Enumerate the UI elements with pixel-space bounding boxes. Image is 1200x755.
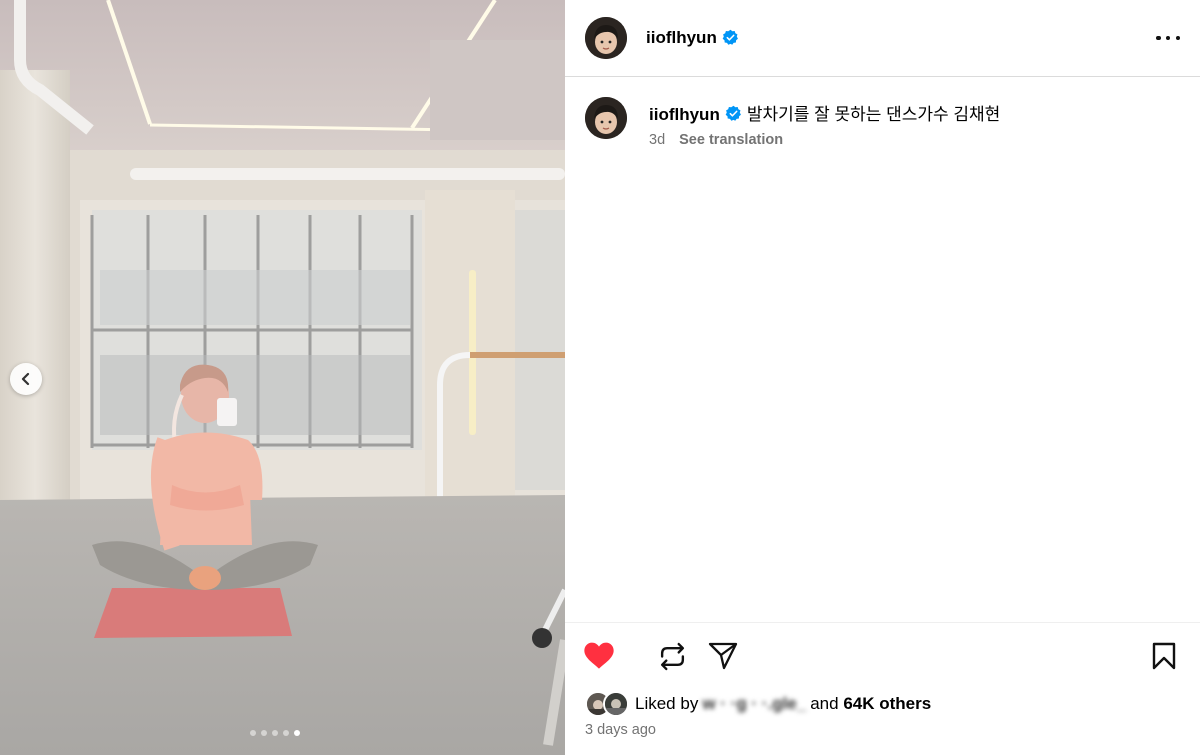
slide-dot: [261, 730, 267, 736]
author-username[interactable]: iioflhyun: [646, 28, 717, 48]
post-media[interactable]: [0, 0, 565, 755]
avatar-image: [585, 97, 627, 139]
more-options-button[interactable]: [1156, 28, 1180, 48]
avatar-image: [585, 17, 627, 59]
see-translation-button[interactable]: See translation: [679, 132, 783, 148]
slide-dot: [294, 730, 300, 736]
slide-dot: [250, 730, 256, 736]
post-details-panel: iioflhyun iioflhyun 발차기를 잘 못하는 댄스가수 김채현: [565, 0, 1200, 755]
liker-avatar: [603, 691, 629, 717]
save-button[interactable]: [1148, 640, 1180, 672]
liked-by-username[interactable]: w · ·g · ·.gle_: [702, 694, 806, 714]
repost-button[interactable]: [656, 640, 688, 672]
slide-dot: [283, 730, 289, 736]
verified-badge-icon: [722, 29, 738, 45]
likes-others-link[interactable]: 64K others: [843, 694, 931, 714]
bookmark-icon: [1152, 642, 1176, 670]
more-dot: [1165, 35, 1171, 41]
actions-divider: [565, 622, 1200, 623]
liked-by-prefix: Liked by: [635, 694, 699, 713]
send-icon: [708, 642, 738, 670]
more-horizontal-icon: [1156, 35, 1161, 41]
post-timestamp[interactable]: 3 days ago: [585, 722, 656, 738]
chevron-left-icon: [21, 372, 30, 386]
caption-author-avatar[interactable]: [585, 97, 627, 139]
post-actions: [583, 640, 1180, 672]
liker-avatars[interactable]: [585, 691, 631, 717]
slide-indicator: [250, 730, 300, 736]
like-button[interactable]: [583, 640, 615, 672]
repost-icon: [660, 642, 684, 670]
likes-summary: Liked by w · ·g · ·.gle_ and 64K others: [585, 690, 931, 718]
more-dot: [1175, 35, 1180, 41]
post-header: iioflhyun: [565, 0, 1200, 77]
caption-age: 3d: [649, 132, 666, 148]
share-button[interactable]: [707, 640, 739, 672]
author-avatar[interactable]: [585, 17, 627, 59]
previous-slide-button[interactable]: [10, 363, 42, 395]
post-photo: [0, 0, 565, 755]
verified-badge-icon: [725, 105, 741, 121]
caption-text: 발차기를 잘 못하는 댄스가수 김채현: [746, 105, 1001, 124]
caption-username[interactable]: iioflhyun: [649, 105, 720, 124]
slide-dot: [272, 730, 278, 736]
avatar-image: [605, 693, 627, 715]
liked-by-joiner: and: [810, 694, 839, 713]
heart-filled-icon: [584, 642, 614, 669]
